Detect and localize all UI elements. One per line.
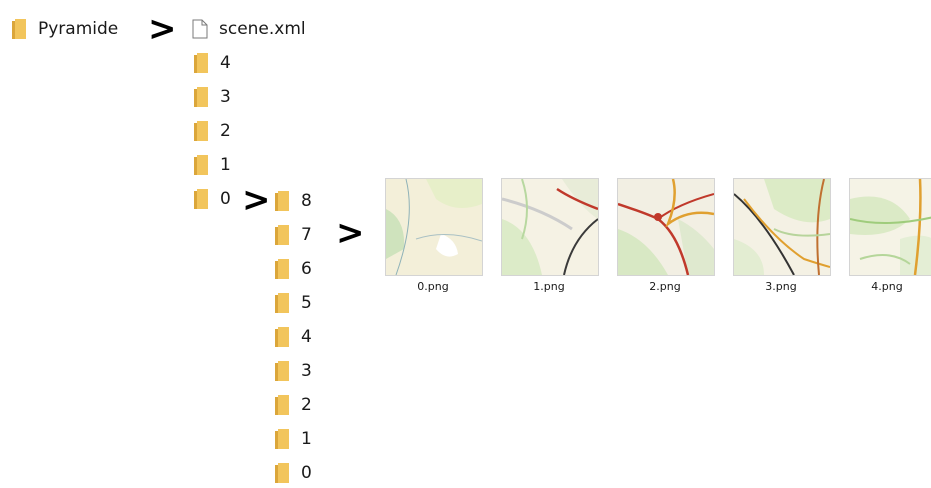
folder-icon bbox=[275, 429, 289, 449]
map-tile-thumbnail-icon[interactable] bbox=[733, 178, 831, 276]
folder-item-pyramide[interactable]: Pyramide bbox=[12, 14, 118, 44]
tile-label: 0.png bbox=[417, 280, 449, 293]
folder-item-level2-2[interactable]: 2 bbox=[275, 390, 312, 420]
folder-item-level1-3[interactable]: 3 bbox=[194, 82, 231, 112]
folder-item-level2-3[interactable]: 3 bbox=[275, 356, 312, 386]
file-item-scene-xml[interactable]: scene.xml bbox=[192, 14, 306, 44]
folder-label: 5 bbox=[301, 293, 312, 313]
folder-item-level2-0[interactable]: 0 bbox=[275, 458, 312, 488]
folder-label: 2 bbox=[220, 121, 231, 141]
folder-label: 1 bbox=[301, 429, 312, 449]
folder-icon bbox=[275, 293, 289, 313]
map-tile-thumbnail-icon[interactable] bbox=[849, 178, 931, 276]
folder-item-level1-4[interactable]: 4 bbox=[194, 48, 231, 78]
map-tile-thumbnail-icon[interactable] bbox=[617, 178, 715, 276]
folder-label: 1 bbox=[220, 155, 231, 175]
folder-label: 0 bbox=[301, 463, 312, 483]
folder-label: 3 bbox=[301, 361, 312, 381]
folder-item-level2-6[interactable]: 6 bbox=[275, 254, 312, 284]
folder-item-level1-2[interactable]: 2 bbox=[194, 116, 231, 146]
folder-item-level2-4[interactable]: 4 bbox=[275, 322, 312, 352]
folder-item-level1-0[interactable]: 0 bbox=[194, 184, 231, 214]
folder-item-level2-7[interactable]: 7 bbox=[275, 220, 312, 250]
arrow-separator: > bbox=[242, 180, 271, 220]
map-tile-thumbnail-icon[interactable] bbox=[501, 178, 599, 276]
folder-item-level2-1[interactable]: 1 bbox=[275, 424, 312, 454]
folder-label: 6 bbox=[301, 259, 312, 279]
tile-label: 3.png bbox=[765, 280, 797, 293]
tile-label: 1.png bbox=[533, 280, 565, 293]
folder-icon bbox=[194, 87, 208, 107]
folder-label: 8 bbox=[301, 191, 312, 211]
folder-icon bbox=[275, 327, 289, 347]
folder-icon bbox=[275, 225, 289, 245]
folder-icon bbox=[194, 189, 208, 209]
folder-icon bbox=[275, 259, 289, 279]
tile-label: 4.png bbox=[871, 280, 903, 293]
folder-icon bbox=[275, 191, 289, 211]
folder-item-level1-1[interactable]: 1 bbox=[194, 150, 231, 180]
arrow-separator: > bbox=[148, 9, 177, 49]
folder-label: 4 bbox=[220, 53, 231, 73]
folder-label: 3 bbox=[220, 87, 231, 107]
folder-icon bbox=[275, 395, 289, 415]
folder-icon bbox=[194, 53, 208, 73]
folder-label: 2 bbox=[301, 395, 312, 415]
folder-icon bbox=[194, 155, 208, 175]
document-icon bbox=[192, 19, 208, 39]
file-label: scene.xml bbox=[219, 19, 306, 39]
map-tile-thumbnail-icon[interactable] bbox=[385, 178, 483, 276]
folder-item-level2-5[interactable]: 5 bbox=[275, 288, 312, 318]
folder-icon bbox=[12, 19, 26, 39]
folder-icon bbox=[275, 463, 289, 483]
folder-label: 7 bbox=[301, 225, 312, 245]
folder-label: 4 bbox=[301, 327, 312, 347]
folder-item-level2-8[interactable]: 8 bbox=[275, 186, 312, 216]
folder-label: Pyramide bbox=[38, 19, 119, 39]
folder-icon bbox=[194, 121, 208, 141]
folder-icon bbox=[275, 361, 289, 381]
folder-label: 0 bbox=[220, 189, 231, 209]
tile-label: 2.png bbox=[649, 280, 681, 293]
arrow-separator: > bbox=[336, 213, 365, 253]
